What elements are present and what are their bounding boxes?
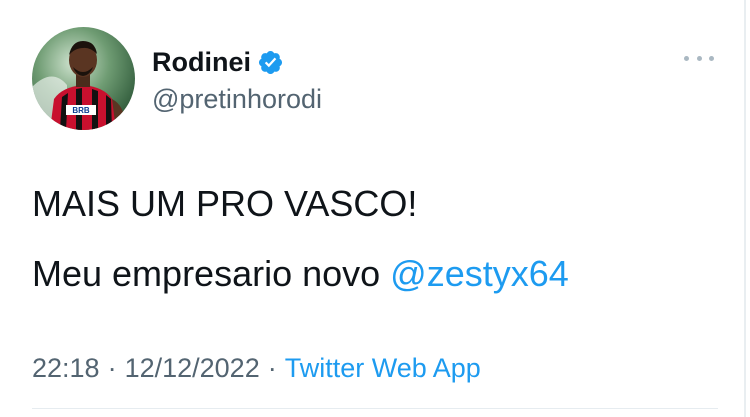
- tweet-text-line-1: MAIS UM PRO VASCO!: [32, 183, 418, 224]
- tweet-text: Meu empresario novo: [32, 253, 391, 294]
- jersey-sponsor-text: BRB: [72, 106, 90, 115]
- tweet-date[interactable]: 12/12/2022: [125, 353, 260, 383]
- tweet-card: BRB Rodinei @pretinhorodi MAIS UM PRO VA…: [0, 0, 750, 417]
- tweet-meta: 22:18 · 12/12/2022 · Twitter Web App: [32, 353, 481, 384]
- card-edge: [744, 0, 746, 417]
- author-name-row: Rodinei: [152, 44, 284, 80]
- verified-badge-icon: [257, 49, 284, 76]
- more-dot: [709, 55, 714, 61]
- mention-link[interactable]: @zestyx64: [390, 253, 569, 294]
- divider: [32, 408, 718, 409]
- meta-separator: ·: [267, 353, 277, 383]
- tweet-time[interactable]: 22:18: [32, 353, 100, 383]
- meta-separator: ·: [107, 353, 117, 383]
- display-name[interactable]: Rodinei: [152, 47, 251, 78]
- more-options-icon[interactable]: [684, 48, 714, 68]
- avatar[interactable]: BRB: [32, 27, 135, 130]
- user-handle[interactable]: @pretinhorodi: [152, 84, 322, 115]
- tweet-text-line-2: Meu empresario novo @zestyx64: [32, 253, 569, 295]
- avatar-photo: BRB: [32, 27, 135, 130]
- more-dot: [696, 55, 702, 61]
- tweet-source-link[interactable]: Twitter Web App: [285, 353, 481, 383]
- more-dot: [684, 55, 689, 61]
